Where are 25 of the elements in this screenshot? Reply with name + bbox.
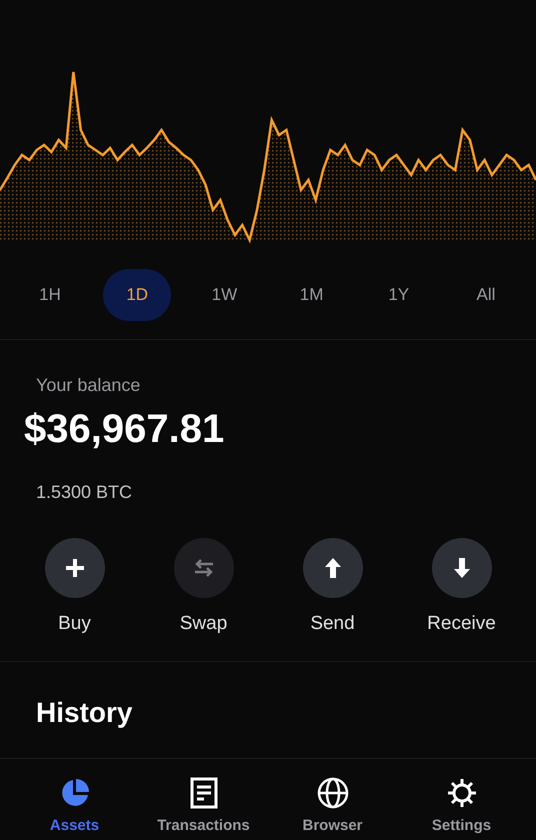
period-tab[interactable]: 1D <box>103 268 172 320</box>
action-label: Swap <box>180 612 228 636</box>
plus-icon <box>64 557 86 579</box>
swap-arrows-icon <box>192 558 214 578</box>
down-arrow-icon <box>452 557 470 579</box>
period-tab[interactable]: All <box>452 268 520 320</box>
balance-label: Your balance <box>36 374 142 397</box>
crypto-balance: 1.5300 BTC <box>36 481 134 504</box>
action-label: Buy <box>58 612 91 636</box>
nav-tab[interactable]: Transactions <box>139 777 268 840</box>
period-tab[interactable]: 1H <box>16 268 84 320</box>
history-heading: History <box>35 696 134 730</box>
period-tab[interactable]: 1M <box>278 268 346 320</box>
period-tab[interactable]: 1Y <box>364 268 433 320</box>
globe-icon <box>316 777 348 809</box>
nav-tab[interactable]: Assets <box>10 777 139 840</box>
action-label: Receive <box>427 612 496 636</box>
document-icon <box>190 777 218 809</box>
nav-tab[interactable]: Settings <box>397 777 526 840</box>
period-tab[interactable]: 1W <box>190 268 258 320</box>
nav-tab[interactable]: Browser <box>268 777 397 840</box>
settings-icon <box>446 777 478 809</box>
up-arrow-icon <box>324 557 342 579</box>
action-label: Send <box>310 612 355 636</box>
balance-amount: $36,967.81 <box>24 409 226 449</box>
